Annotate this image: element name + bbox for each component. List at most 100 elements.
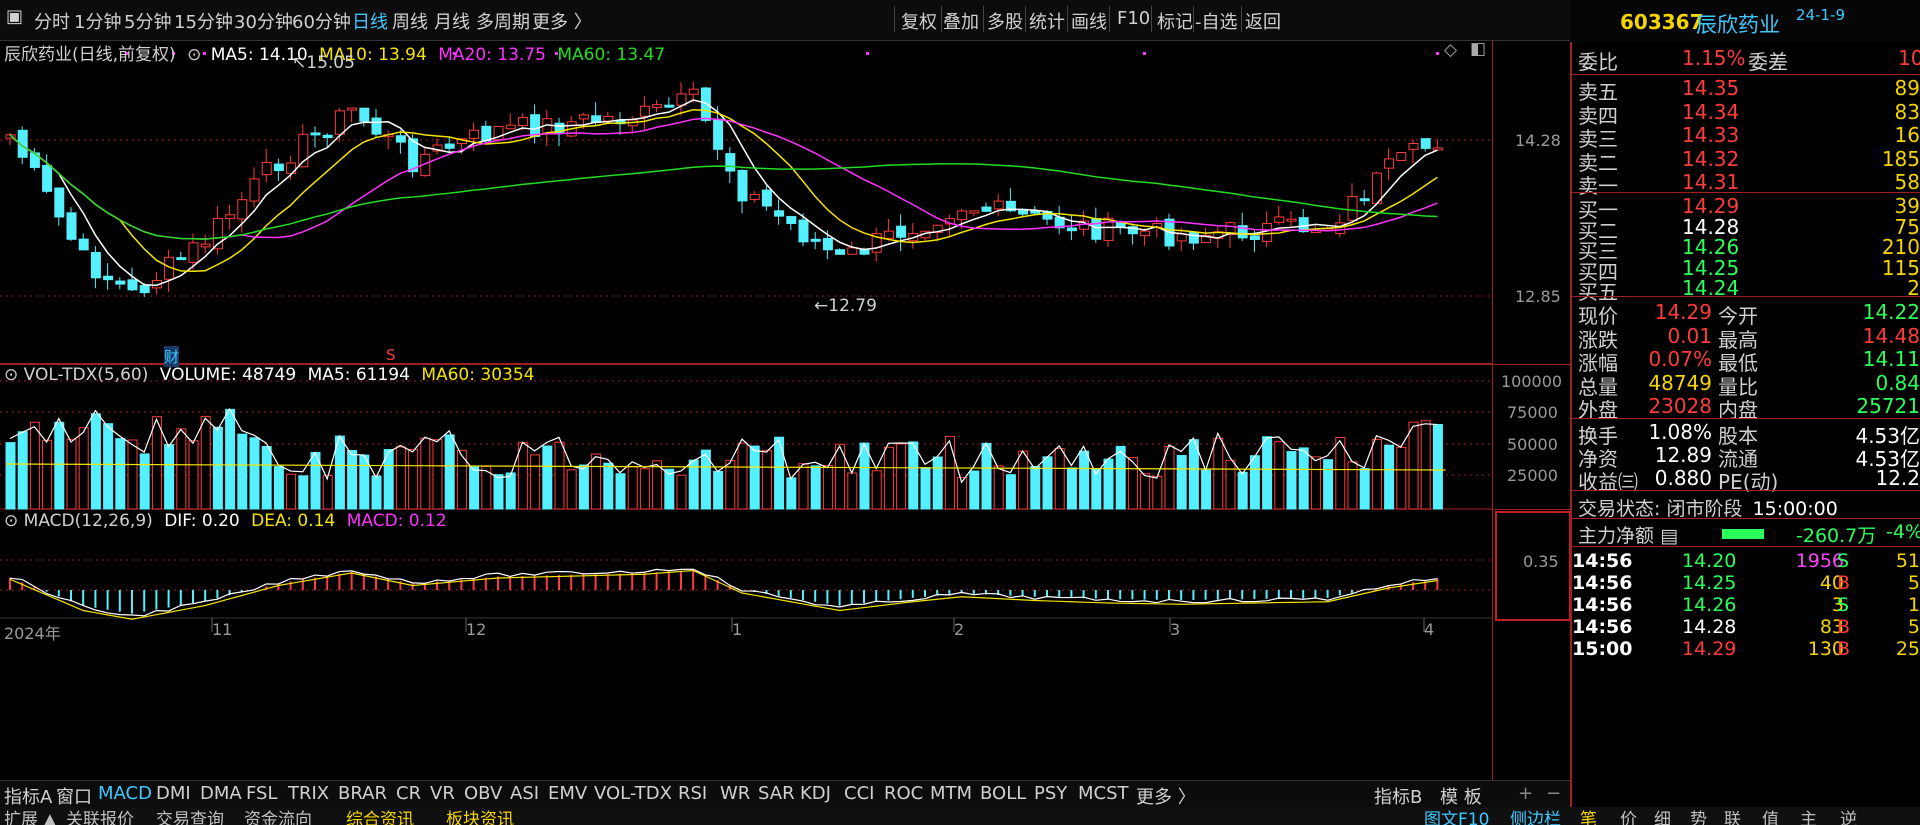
indicator-tab[interactable]: BOLL [980, 783, 1026, 804]
volume-bar [298, 475, 309, 510]
indicator-tab[interactable]: PSY [1034, 783, 1067, 804]
volume-settings-icon[interactable]: ⊙ [4, 365, 18, 385]
status-tab[interactable]: 交易查询 [156, 807, 224, 825]
period-5min[interactable]: 5分钟 [124, 8, 171, 34]
ma20-line [9, 117, 1438, 240]
indicator-tab[interactable]: MCST [1078, 783, 1129, 804]
indicator-b-button[interactable]: 指标B [1374, 783, 1422, 809]
status-right-tab[interactable]: 势 [1690, 807, 1707, 825]
zoom-in-icon[interactable]: + [1518, 783, 1533, 804]
indicator-tab[interactable]: KDJ [800, 783, 831, 804]
diejia-button[interactable]: 叠加 [943, 8, 979, 34]
indicator-tab[interactable]: DMA [200, 783, 242, 804]
period-fenshi[interactable]: 分时 [34, 8, 70, 34]
volume-bar [591, 453, 602, 510]
status-tab[interactable]: 板块资讯 [446, 807, 514, 825]
indicator-tab[interactable]: VR [430, 783, 455, 804]
kline-chart-svg[interactable] [0, 40, 1492, 780]
main-flow-icon[interactable]: ▤ [1660, 525, 1678, 547]
macd-legend: ⊙ MACD(12,26,9) DIF: 0.20 DEA: 0.14 MACD… [4, 511, 447, 531]
ask-price[interactable]: 14.32 [1682, 147, 1739, 171]
ma-settings-icon[interactable]: ⊙ [187, 45, 201, 65]
ask-price[interactable]: 14.33 [1682, 123, 1739, 147]
ask-price[interactable]: 14.34 [1682, 100, 1739, 124]
finance-tag[interactable]: 财 [164, 346, 180, 367]
indicator-tab[interactable]: VOL-TDX [594, 783, 672, 804]
indicator-tab[interactable]: MACD [98, 783, 152, 804]
huaxian-button[interactable]: 画线 [1071, 8, 1107, 34]
status-right-tab[interactable]: 笔 [1580, 807, 1597, 825]
status-right-tab[interactable]: 细 [1654, 807, 1671, 825]
biaoji-button[interactable]: 标记 [1157, 8, 1193, 34]
status-right-tab[interactable]: 图文F10 [1424, 807, 1489, 825]
f10-button[interactable]: F10 [1117, 8, 1150, 29]
status-tab[interactable]: 综合资讯 [346, 807, 414, 825]
indicator-tab[interactable]: WR [720, 783, 750, 804]
tick-time: 15:00 [1572, 638, 1633, 660]
indicator-tab[interactable]: EMV [548, 783, 587, 804]
ma10-line [9, 109, 1438, 273]
period-30min[interactable]: 30分钟 [234, 8, 293, 34]
indicator-tab[interactable]: RSI [678, 783, 707, 804]
indicator-tab[interactable]: CCI [844, 783, 874, 804]
menu-icon[interactable]: ▣ [6, 6, 23, 27]
period-weekly[interactable]: 周线 [392, 8, 428, 34]
indicator-tab[interactable]: TRIX [288, 783, 329, 804]
status-right-tab[interactable]: 逆 [1840, 807, 1857, 825]
status-right-tab[interactable]: 价 [1620, 807, 1637, 825]
indicator-tab[interactable]: ASI [510, 783, 539, 804]
template-button[interactable]: 模 板 [1440, 783, 1482, 809]
volume-bar [1091, 468, 1102, 510]
fuquan-button[interactable]: 复权 [901, 8, 937, 34]
volume-bar [1030, 465, 1041, 510]
status-tab[interactable]: 扩展 ▲ [4, 807, 56, 825]
status-right-tab[interactable]: 主 [1800, 807, 1817, 825]
indicator-tab[interactable]: CR [396, 783, 421, 804]
tick-side: B [1837, 616, 1851, 638]
volume-bar [5, 442, 16, 510]
indicator-tab[interactable]: 窗口 [56, 783, 92, 809]
indicator-tab[interactable]: 指标A [4, 783, 52, 809]
period-multi[interactable]: 多周期 [476, 8, 530, 34]
time-label-jan: 1 [732, 620, 743, 639]
period-15min[interactable]: 15分钟 [174, 8, 233, 34]
candle-body [481, 125, 492, 142]
indicator-tab[interactable]: FSL [246, 783, 278, 804]
period-daily[interactable]: 日线 [352, 8, 388, 34]
status-right-tab[interactable]: 联 [1724, 807, 1741, 825]
macd-settings-icon[interactable]: ⊙ [4, 511, 18, 531]
period-60min[interactable]: 60分钟 [292, 8, 351, 34]
s-tag[interactable]: S [386, 346, 396, 364]
indicator-tab[interactable]: OBV [464, 783, 502, 804]
signal-dot [1436, 52, 1439, 55]
kline-chart-area[interactable]: 辰欣药业(日线,前复权) ⊙ MA5: 14.10 MA10: 13.94 MA… [0, 39, 1492, 780]
status-right-tab[interactable]: 侧边栏 [1510, 807, 1561, 825]
indicator-tab[interactable]: MTM [930, 783, 972, 804]
ask-volume: 83 [1894, 99, 1920, 124]
indicator-tab[interactable]: DMI [156, 783, 191, 804]
panel-toggle-icon[interactable]: ◧ [1470, 39, 1486, 59]
ask-price[interactable]: 14.31 [1682, 170, 1739, 194]
indicator-tab[interactable]: SAR [758, 783, 795, 804]
period-monthly[interactable]: 月线 [434, 8, 470, 34]
ask-price[interactable]: 14.35 [1682, 76, 1739, 100]
tongji-button[interactable]: 统计 [1029, 8, 1065, 34]
indicator-tab[interactable]: BRAR [338, 783, 387, 804]
volume-bar [859, 442, 870, 510]
diamond-icon[interactable]: ◇ [1444, 40, 1457, 60]
status-tab[interactable]: 关联报价 [66, 807, 134, 825]
zoom-out-icon[interactable]: − [1546, 783, 1561, 804]
tick-side: S [1837, 550, 1850, 572]
indicator-tab[interactable]: 更多 〉 [1136, 783, 1196, 809]
volume-bar [408, 448, 419, 510]
status-tab[interactable]: 资金流向 [244, 807, 312, 825]
period-more[interactable]: 更多 〉 [532, 8, 592, 34]
add-watchlist-button[interactable]: -自选 [1195, 8, 1238, 34]
volume-bar [54, 421, 65, 510]
back-button[interactable]: 返回 [1245, 8, 1281, 34]
duogu-button[interactable]: 多股 [987, 8, 1023, 34]
indicator-tab[interactable]: ROC [884, 783, 923, 804]
volume-bar [627, 466, 638, 510]
period-1min[interactable]: 1分钟 [74, 8, 121, 34]
status-right-tab[interactable]: 值 [1762, 807, 1779, 825]
